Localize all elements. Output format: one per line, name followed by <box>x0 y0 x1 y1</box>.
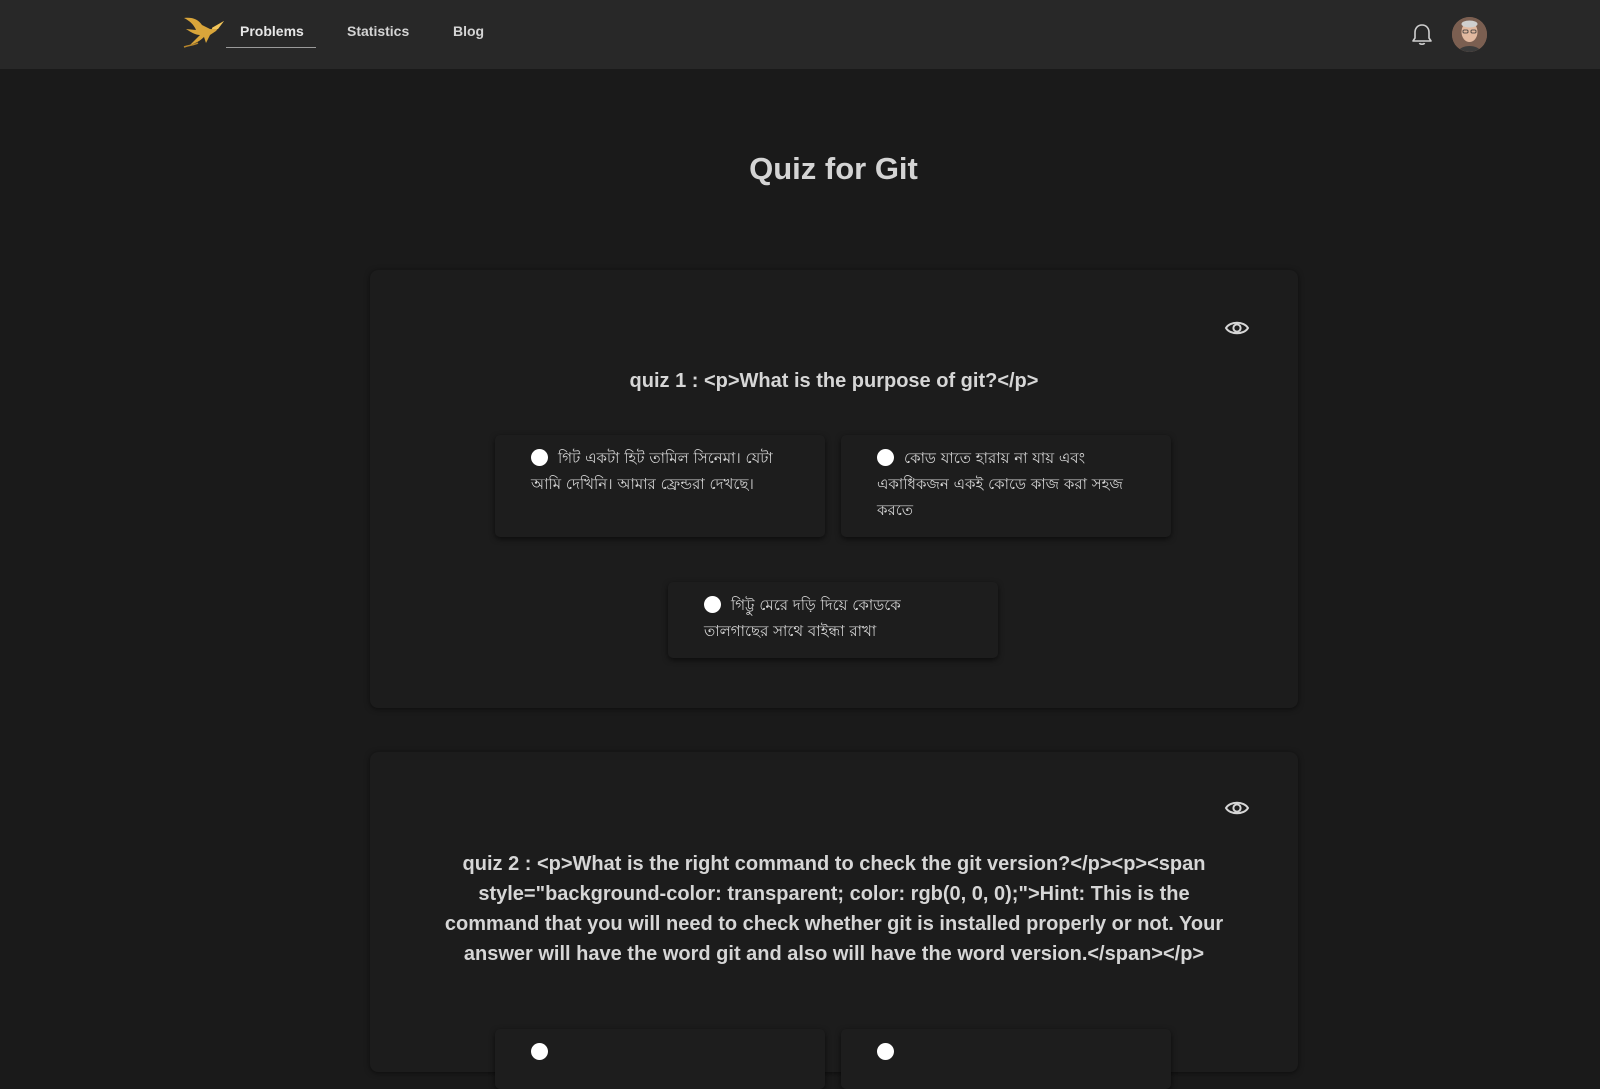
page-title: Quiz for Git <box>749 151 918 186</box>
nav-active-underline <box>226 47 316 48</box>
top-navigation-bar: Problems Statistics Blog <box>0 0 1600 69</box>
nav-statistics[interactable]: Statistics <box>347 0 409 69</box>
quiz-card-2: quiz 2 : <p>What is the right command to… <box>370 752 1298 1089</box>
nav-problems[interactable]: Problems <box>240 0 304 69</box>
quiz-option[interactable]: গিট্টু মেরে দড়ি দিয়ে কোডকে তালগাছের সা… <box>668 582 998 658</box>
quiz-question: quiz 1 : <p>What is the purpose of git?<… <box>629 370 1039 392</box>
user-avatar[interactable] <box>1452 17 1487 52</box>
bell-icon[interactable] <box>1410 22 1434 48</box>
quiz-option[interactable] <box>495 1029 825 1089</box>
radio-button[interactable] <box>877 1043 894 1060</box>
eye-icon[interactable] <box>1224 798 1250 818</box>
hummingbird-logo-icon[interactable] <box>180 15 226 53</box>
quiz-option[interactable] <box>841 1029 1171 1089</box>
eye-icon[interactable] <box>1224 318 1250 338</box>
option-text: গিট্টু মেরে দড়ি দিয়ে কোডকে তালগাছের সা… <box>704 596 901 640</box>
option-text: কোড যাতে হারায় না যায় এবং একাধিকজন একই… <box>877 449 1123 519</box>
option-text: গিট একটা হিট তামিল সিনেমা। যেটা আমি দেখি… <box>531 449 773 493</box>
radio-button[interactable] <box>877 449 894 466</box>
quiz-option[interactable]: গিট একটা হিট তামিল সিনেমা। যেটা আমি দেখি… <box>495 435 825 537</box>
radio-button[interactable] <box>531 1043 548 1060</box>
quiz-question: quiz 2 : <p>What is the right command to… <box>444 853 1224 965</box>
radio-button[interactable] <box>704 596 721 613</box>
nav-blog[interactable]: Blog <box>453 0 484 69</box>
radio-button[interactable] <box>531 449 548 466</box>
quiz-option[interactable]: কোড যাতে হারায় না যায় এবং একাধিকজন একই… <box>841 435 1171 537</box>
quiz-card-1: quiz 1 : <p>What is the purpose of git?<… <box>370 270 1298 708</box>
